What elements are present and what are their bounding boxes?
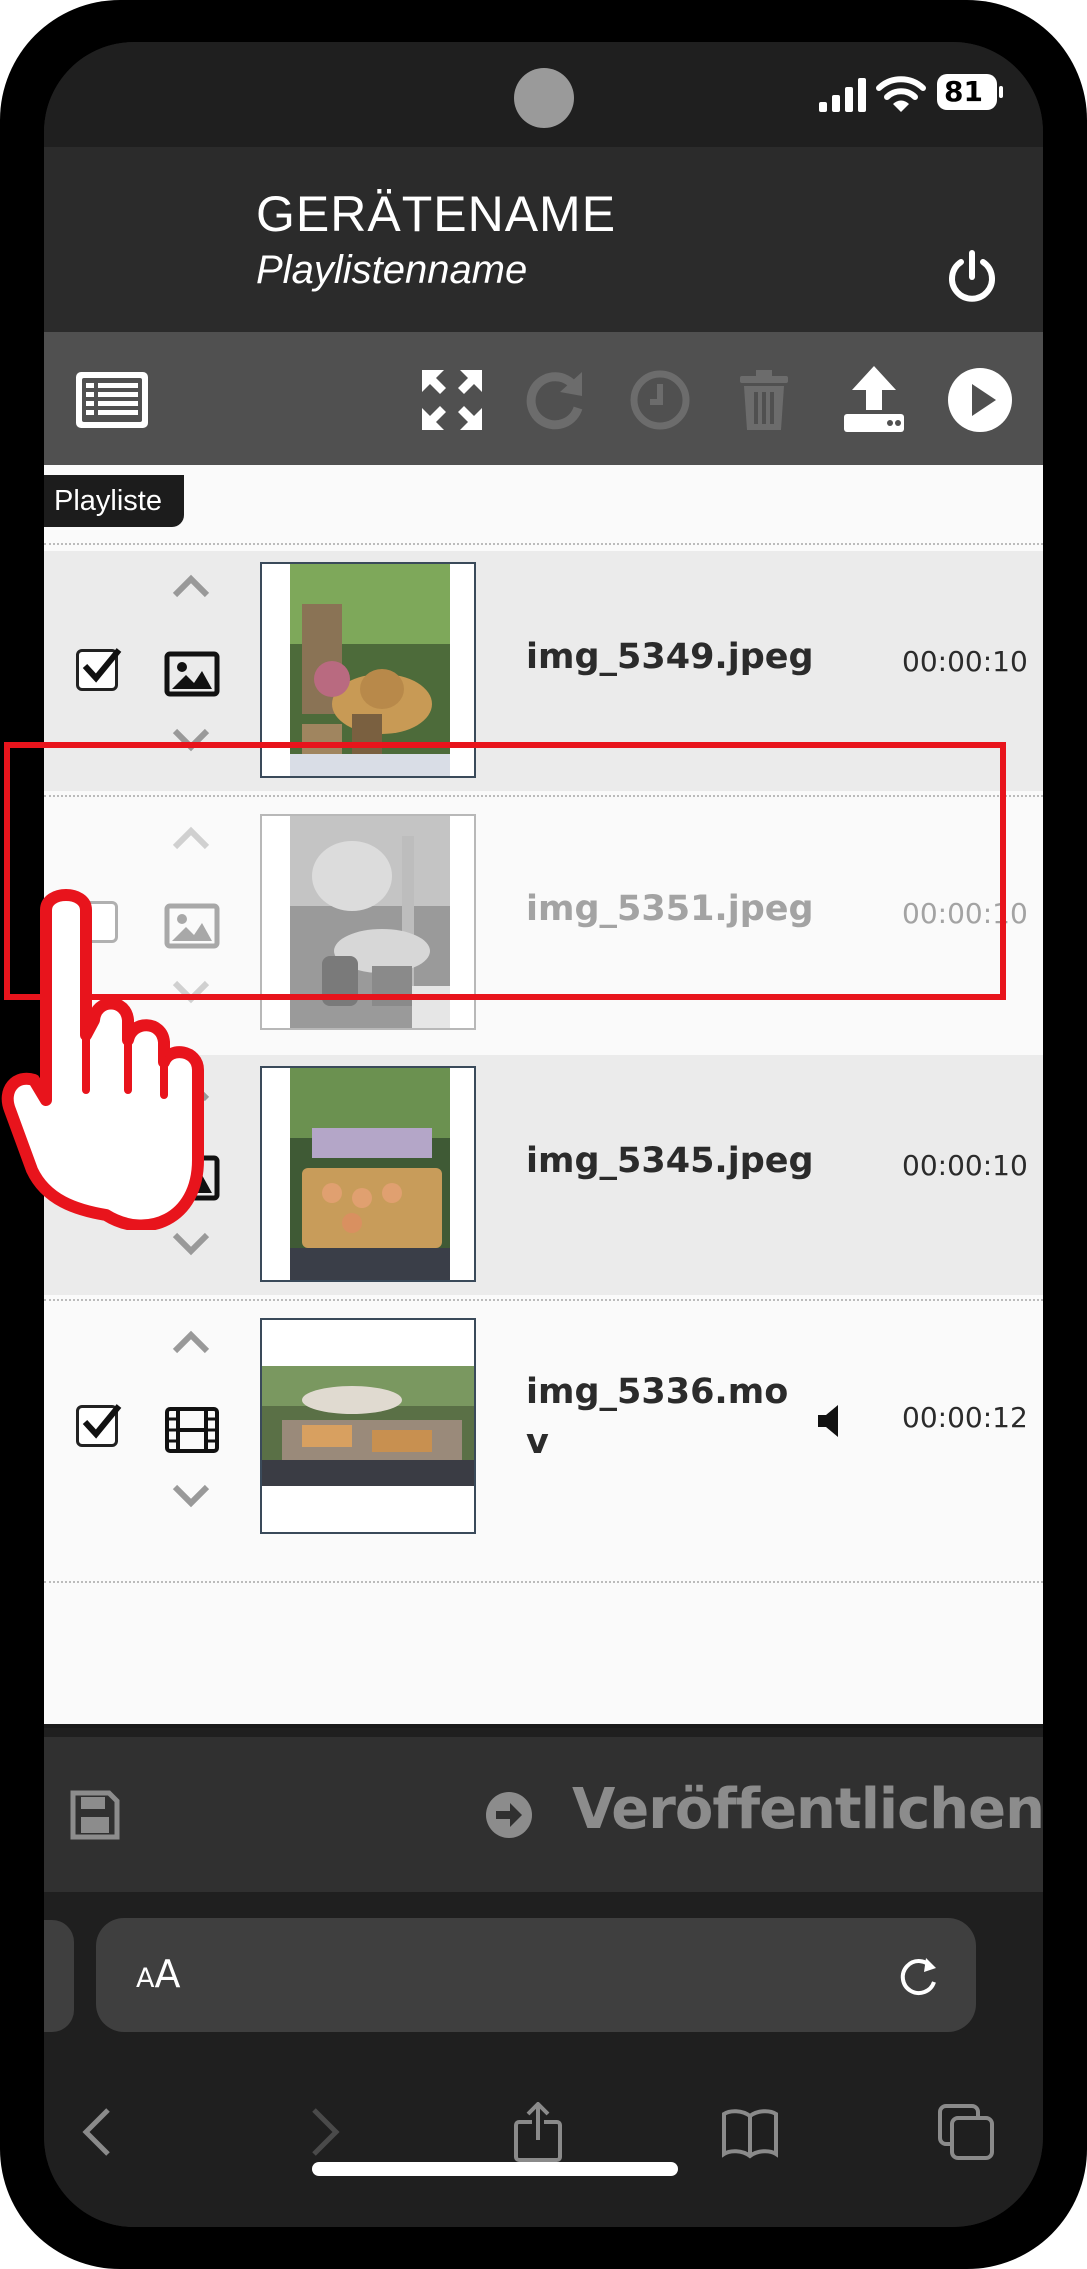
save-icon[interactable] bbox=[69, 1789, 121, 1841]
duration: 00:00:12 bbox=[902, 1401, 1028, 1434]
back-icon[interactable] bbox=[70, 2102, 130, 2162]
move-down-icon[interactable] bbox=[169, 1483, 213, 1511]
checkmark-icon bbox=[82, 648, 122, 683]
thumbnail bbox=[260, 1318, 476, 1534]
home-indicator bbox=[312, 2162, 678, 2176]
arrow-right-circle-icon bbox=[486, 1792, 532, 1838]
bookmarks-icon[interactable] bbox=[720, 2102, 780, 2162]
camera-icon bbox=[514, 68, 574, 128]
play-icon[interactable] bbox=[942, 362, 1018, 438]
move-up-icon[interactable] bbox=[169, 571, 213, 599]
separator bbox=[44, 543, 1043, 545]
speaker-icon[interactable] bbox=[816, 1403, 846, 1439]
browser-toolbar: AA bbox=[44, 1892, 1043, 2227]
battery-icon: 81 bbox=[936, 72, 1004, 112]
row-checkbox[interactable] bbox=[76, 1404, 122, 1447]
row-checkbox[interactable] bbox=[76, 648, 122, 691]
separator bbox=[44, 1581, 1043, 1583]
file-name: img_5349.jpeg bbox=[526, 637, 814, 677]
move-up-icon[interactable] bbox=[169, 1327, 213, 1355]
signal-icon bbox=[819, 78, 866, 112]
text-size-button[interactable]: AA bbox=[136, 1952, 180, 1996]
fullscreen-icon[interactable] bbox=[414, 362, 490, 438]
divider bbox=[44, 1724, 1043, 1728]
playlist-tab[interactable]: Playliste bbox=[44, 475, 184, 527]
power-icon[interactable] bbox=[944, 249, 1000, 305]
pointing-hand-icon bbox=[1, 889, 204, 1230]
rotate-icon[interactable] bbox=[518, 362, 594, 438]
upload-icon[interactable] bbox=[836, 362, 912, 438]
tabs-icon[interactable] bbox=[936, 2102, 996, 2162]
file-name: img_5345.jpeg bbox=[526, 1141, 814, 1181]
wifi-icon bbox=[876, 76, 926, 112]
duration: 00:00:10 bbox=[902, 1149, 1028, 1182]
publish-label: Veröffentlichen bbox=[572, 1777, 1043, 1842]
forward-icon[interactable] bbox=[292, 2102, 352, 2162]
image-icon bbox=[164, 651, 220, 697]
duration: 00:00:10 bbox=[902, 645, 1028, 678]
battery-level: 81 bbox=[944, 75, 983, 108]
film-icon bbox=[165, 1407, 219, 1453]
toolbar bbox=[44, 332, 1043, 465]
previous-tab[interactable] bbox=[44, 1920, 74, 2032]
thumbnail-image bbox=[262, 1068, 474, 1280]
list-item[interactable]: img_5336.mo v 00:00:12 bbox=[44, 1307, 1043, 1547]
device-name: GERÄTENAME bbox=[256, 186, 617, 242]
checkmark-icon bbox=[82, 1404, 122, 1439]
list-view-icon[interactable] bbox=[74, 362, 150, 438]
file-name: img_5336.mo v bbox=[526, 1372, 789, 1462]
phone-frame: 81 GERÄTENAME Playlistenname Playliste i… bbox=[0, 0, 1087, 2269]
status-bar: 81 bbox=[44, 42, 1043, 147]
separator bbox=[44, 1299, 1043, 1301]
thumbnail bbox=[260, 1066, 476, 1282]
reload-icon[interactable] bbox=[896, 1954, 942, 2000]
playlist-name: Playlistenname bbox=[256, 248, 528, 292]
share-icon[interactable] bbox=[508, 2102, 568, 2162]
publish-bar: Veröffentlichen bbox=[44, 1737, 1043, 1892]
clock-icon[interactable] bbox=[622, 362, 698, 438]
move-down-icon[interactable] bbox=[169, 1231, 213, 1259]
thumbnail-image bbox=[262, 1320, 474, 1532]
trash-icon[interactable] bbox=[726, 362, 802, 438]
address-bar[interactable]: AA bbox=[96, 1918, 976, 2032]
app-header: GERÄTENAME Playlistenname bbox=[44, 147, 1043, 332]
